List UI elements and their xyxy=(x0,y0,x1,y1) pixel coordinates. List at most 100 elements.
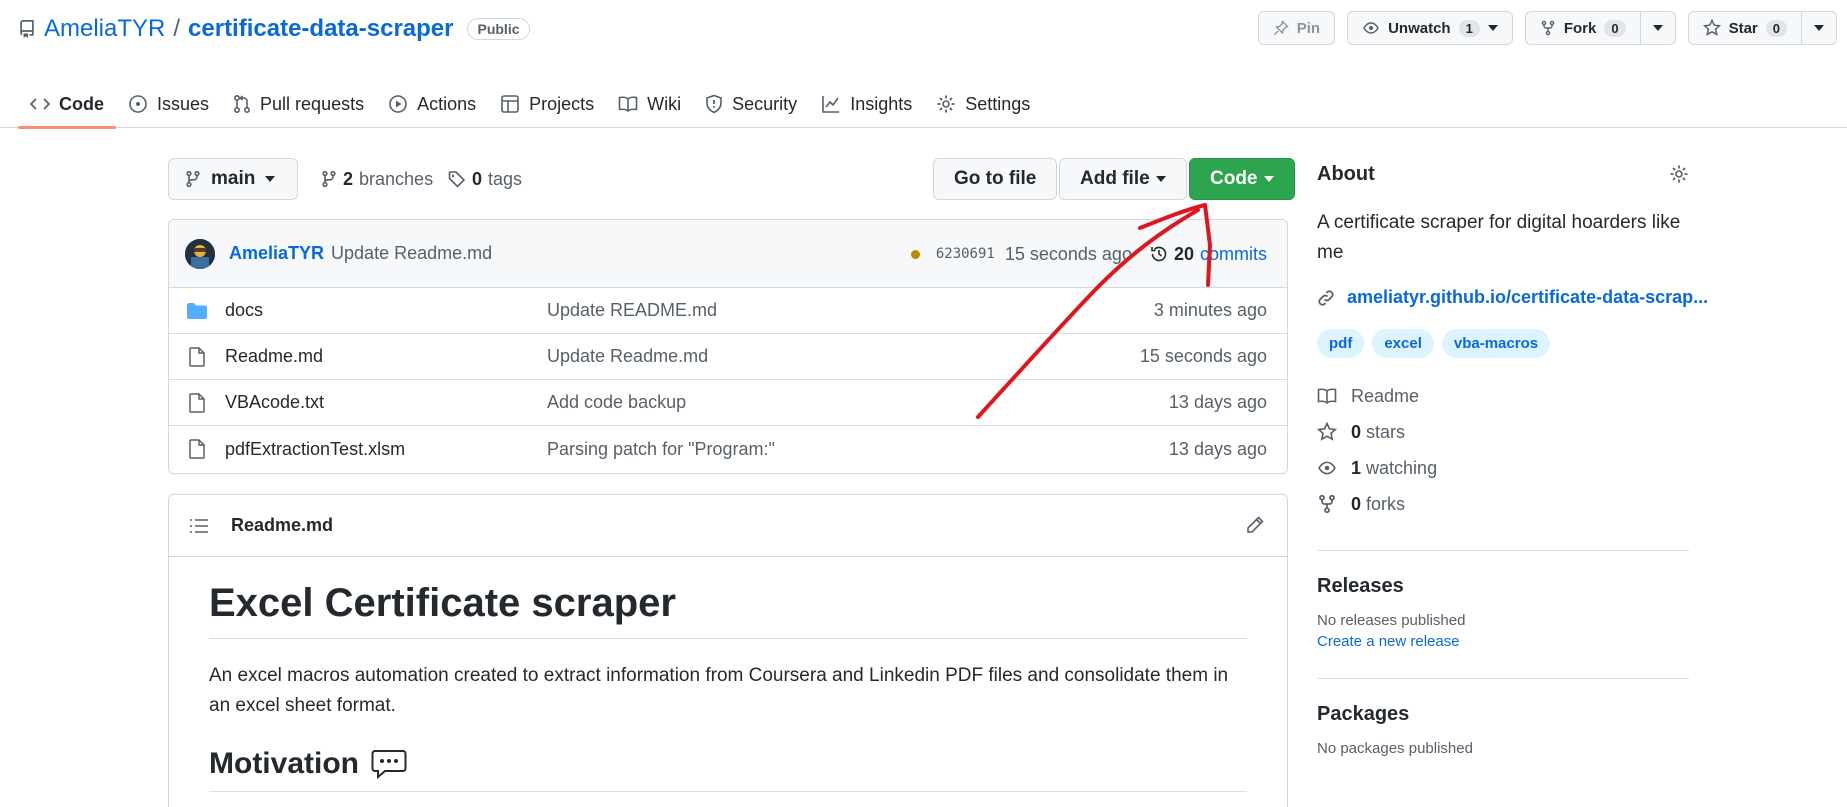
file-name[interactable]: pdfExtractionTest.xlsm xyxy=(225,439,547,460)
tab-issues[interactable]: Issues xyxy=(116,80,221,128)
add-file-label: Add file xyxy=(1080,168,1150,189)
tab-wiki[interactable]: Wiki xyxy=(606,80,693,128)
repo-icon xyxy=(18,19,36,39)
repo-stats: Readme 0 stars 1 watching 0 forks xyxy=(1317,378,1689,522)
file-name[interactable]: Readme.md xyxy=(225,346,547,367)
fork-icon xyxy=(1540,20,1556,36)
branch-select-button[interactable]: main xyxy=(168,158,298,200)
add-file-button[interactable]: Add file xyxy=(1059,158,1187,200)
repo-owner-link[interactable]: AmeliaTYR xyxy=(44,15,165,43)
tab-pull-requests-label: Pull requests xyxy=(260,93,365,114)
star-label: Star xyxy=(1728,19,1758,37)
tab-actions[interactable]: Actions xyxy=(376,80,488,128)
pin-button[interactable]: Pin xyxy=(1257,11,1336,45)
file-name[interactable]: VBAcode.txt xyxy=(225,392,547,413)
tab-issues-label: Issues xyxy=(157,93,210,114)
branch-icon xyxy=(185,170,201,188)
stars-label: stars xyxy=(1366,421,1406,442)
tab-security[interactable]: Security xyxy=(693,80,809,128)
link-icon xyxy=(1317,289,1335,307)
packages-title[interactable]: Packages xyxy=(1317,703,1409,725)
tag-icon xyxy=(448,170,466,188)
commit-author[interactable]: AmeliaTYR xyxy=(229,243,324,264)
tag-count: 0 xyxy=(472,168,483,189)
forks-count: 0 xyxy=(1351,493,1362,514)
fork-label: Fork xyxy=(1563,19,1597,37)
fork-dropdown-button[interactable] xyxy=(1639,12,1675,44)
fork-icon xyxy=(1317,494,1337,514)
tab-code[interactable]: Code xyxy=(18,80,116,129)
branches-link[interactable]: 2 branches xyxy=(321,158,433,200)
star-dropdown-button[interactable] xyxy=(1801,12,1836,44)
stars-link[interactable]: 0 stars xyxy=(1317,414,1689,450)
status-dot-icon[interactable] xyxy=(910,249,920,259)
table-row[interactable]: docs Update README.md 3 minutes ago xyxy=(169,288,1287,334)
commit-message[interactable]: Update Readme.md xyxy=(331,243,492,264)
shield-icon xyxy=(705,94,723,114)
book-icon xyxy=(1317,387,1337,405)
avatar[interactable] xyxy=(185,238,215,269)
eye-icon xyxy=(1362,20,1380,36)
readme-header: Readme.md xyxy=(169,495,1287,557)
chevron-down-icon xyxy=(1487,25,1498,31)
tab-pull-requests[interactable]: Pull requests xyxy=(221,80,376,128)
commit-sha[interactable]: 6230691 xyxy=(936,246,995,262)
watch-counter: 1 xyxy=(1458,19,1480,37)
history-icon xyxy=(1150,245,1168,263)
file-icon xyxy=(185,439,209,459)
pencil-icon[interactable] xyxy=(1245,515,1265,535)
latest-commit-row: AmeliaTYR Update Readme.md 6230691 15 se… xyxy=(169,220,1287,288)
forks-link[interactable]: 0 forks xyxy=(1317,486,1689,522)
code-button-label: Code xyxy=(1210,168,1258,189)
readme-link[interactable]: Readme xyxy=(1317,378,1689,414)
packages-empty-text: No packages published xyxy=(1317,740,1473,757)
releases-title[interactable]: Releases xyxy=(1317,575,1404,597)
about-description: A certificate scraper for digital hoarde… xyxy=(1317,212,1681,263)
releases-section: Releases No releases published Create a … xyxy=(1317,551,1689,650)
about-title: About xyxy=(1317,162,1375,185)
file-name[interactable]: docs xyxy=(225,300,547,321)
unwatch-button[interactable]: Unwatch 1 xyxy=(1347,11,1513,45)
table-row[interactable]: VBAcode.txt Add code backup 13 days ago xyxy=(169,380,1287,426)
tab-security-label: Security xyxy=(732,93,798,114)
branch-name: main xyxy=(211,168,256,189)
about-header: About xyxy=(1317,158,1689,190)
tab-settings[interactable]: Settings xyxy=(924,80,1042,128)
file-commit-message[interactable]: Parsing patch for "Program:" xyxy=(547,439,1271,460)
readme-paragraph: An excel macros automation created to ex… xyxy=(209,665,1229,716)
topic-tag[interactable]: pdf xyxy=(1317,329,1365,358)
commit-time: 15 seconds ago xyxy=(1004,243,1132,264)
go-to-file-button[interactable]: Go to file xyxy=(933,158,1058,200)
folder-icon xyxy=(185,302,209,320)
tags-link[interactable]: 0 tags xyxy=(448,158,522,200)
file-commit-message[interactable]: Add code backup xyxy=(547,392,1271,413)
readme-content: Excel Certificate scraper An excel macro… xyxy=(169,557,1287,792)
table-row[interactable]: pdfExtractionTest.xlsm Parsing patch for… xyxy=(169,426,1287,472)
repo-name-link[interactable]: certificate-data-scraper xyxy=(188,15,453,43)
star-button[interactable]: Star 0 xyxy=(1689,12,1801,44)
fork-button[interactable]: Fork 0 xyxy=(1526,12,1640,44)
watching-link[interactable]: 1 watching xyxy=(1317,450,1689,486)
code-button[interactable]: Code xyxy=(1189,158,1295,200)
chevron-down-icon xyxy=(1263,176,1274,182)
gear-icon[interactable] xyxy=(1669,164,1689,184)
chevron-down-icon xyxy=(1155,176,1166,182)
homepage-link[interactable]: ameliatyr.github.io/certificate-data-scr… xyxy=(1317,287,1708,308)
readme-label: Readme xyxy=(1351,385,1420,406)
table-row[interactable]: Readme.md Update Readme.md 15 seconds ag… xyxy=(169,334,1287,380)
eye-icon xyxy=(1317,459,1337,477)
file-age: 15 seconds ago xyxy=(1139,346,1267,366)
fork-button-group: Fork 0 xyxy=(1524,11,1676,45)
chevron-down-icon xyxy=(1814,25,1824,31)
forks-label: forks xyxy=(1366,493,1406,514)
tab-insights[interactable]: Insights xyxy=(809,80,924,128)
create-release-link[interactable]: Create a new release xyxy=(1317,633,1689,650)
topic-tag[interactable]: vba-macros xyxy=(1441,329,1551,358)
file-icon xyxy=(185,346,209,367)
star-icon xyxy=(1317,422,1337,442)
topic-tag[interactable]: excel xyxy=(1372,329,1434,358)
list-icon[interactable] xyxy=(189,518,209,534)
commits-link[interactable]: 20 commits xyxy=(1150,244,1267,265)
readme-filename: Readme.md xyxy=(231,515,334,535)
tab-projects[interactable]: Projects xyxy=(488,80,606,128)
